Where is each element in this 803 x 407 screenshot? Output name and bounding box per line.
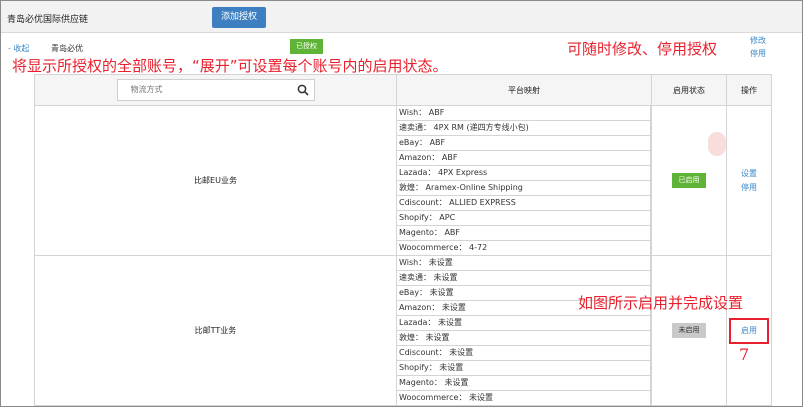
group-actions: 修改 停用 <box>750 34 766 60</box>
mapping-item: Magento： 未设置 <box>397 376 651 391</box>
account-name: 比邮EU业务 <box>34 105 397 256</box>
enable-link[interactable]: 启用 <box>729 317 769 344</box>
mapping-item: Shopify： APC <box>397 211 651 226</box>
platform-mapping-cell: Wish： 未设置 速卖通： 未设置 eBay： 未设置 Amazon： 未设置… <box>396 255 652 406</box>
modify-link[interactable]: 修改 <box>750 34 766 47</box>
search-header <box>34 74 397 106</box>
table-header-row: 平台映射 启用状态 操作 <box>34 74 772 106</box>
settings-link[interactable]: 设置 <box>727 167 771 181</box>
platform-mapping-cell: Wish： ABF 速卖通： 4PX RM (递四方专线小包) eBay： AB… <box>396 105 652 256</box>
collapse-link[interactable]: - 收起 <box>8 43 29 54</box>
mapping-item: Lazada： 4PX Express <box>397 166 651 181</box>
table-row: 比邮TT业务 Wish： 未设置 速卖通： 未设置 eBay： 未设置 Amaz… <box>34 255 772 406</box>
status-disabled-badge: 未启用 <box>672 323 706 338</box>
table-row: 比邮EU业务 Wish： ABF 速卖通： 4PX RM (递四方专线小包) e… <box>34 105 772 256</box>
mapping-item: Lazada： 未设置 <box>397 316 651 331</box>
click-highlight <box>708 132 726 156</box>
top-bar: 青岛必优国际供应链 添加授权 <box>1 1 802 33</box>
disable-link[interactable]: 停用 <box>727 181 771 195</box>
mapping-item: Amazon： ABF <box>397 151 651 166</box>
mapping-item: Cdiscount： 未设置 <box>397 346 651 361</box>
annotation-right: 可随时修改、停用授权 <box>567 40 718 58</box>
mapping-item: Magento： ABF <box>397 226 651 241</box>
annotation-enable: 如图所示启用并完成设置 <box>578 294 744 312</box>
disable-link[interactable]: 停用 <box>750 47 766 60</box>
status-cell: 未启用 <box>651 255 727 406</box>
status-cell: 已启用 <box>651 105 727 256</box>
mapping-item: 速卖通： 未设置 <box>397 271 651 286</box>
status-enabled-badge: 已启用 <box>672 173 706 188</box>
mapping-header: 平台映射 <box>396 74 652 106</box>
platform-mapping-list: Wish： ABF 速卖通： 4PX RM (递四方专线小包) eBay： AB… <box>397 106 651 255</box>
ops-cell: 设置 停用 <box>726 105 772 256</box>
search-box <box>116 79 315 101</box>
mapping-item: Wish： 未设置 <box>397 256 651 271</box>
ops-cell: 启用 <box>726 255 772 406</box>
annotation-top: 将显示所授权的全部账号，“展开”可设置每个账号内的启用状态。 <box>12 57 448 75</box>
account-name: 比邮TT业务 <box>34 255 397 406</box>
logistics-table: 平台映射 启用状态 操作 比邮EU业务 Wish： ABF 速卖通： 4PX R… <box>34 74 772 406</box>
mapping-item: Woocommerce： 未设置 <box>397 391 651 405</box>
status-header: 启用状态 <box>651 74 727 106</box>
search-input[interactable] <box>124 80 307 98</box>
add-authorization-button[interactable]: 添加授权 <box>212 7 266 28</box>
mapping-item: 敦煌： Aramex-Online Shipping <box>397 181 651 196</box>
mapping-item: Shopify： 未设置 <box>397 361 651 376</box>
mapping-item: Wish： ABF <box>397 106 651 121</box>
mapping-item: Woocommerce： 4-72 <box>397 241 651 255</box>
company-name: 青岛必优国际供应链 <box>7 15 89 25</box>
ops-header: 操作 <box>726 74 772 106</box>
mapping-item: 敦煌： 未设置 <box>397 331 651 346</box>
authorized-badge: 已授权 <box>290 39 323 54</box>
search-icon[interactable] <box>297 84 309 96</box>
mapping-item: 速卖通： 4PX RM (递四方专线小包) <box>397 121 651 136</box>
account-group-name: 青岛必优 <box>51 44 83 53</box>
platform-mapping-list: Wish： 未设置 速卖通： 未设置 eBay： 未设置 Amazon： 未设置… <box>397 256 651 405</box>
mapping-item: eBay： ABF <box>397 136 651 151</box>
step-number: 7 <box>739 345 750 364</box>
mapping-item: Cdiscount： ALLIED EXPRESS <box>397 196 651 211</box>
